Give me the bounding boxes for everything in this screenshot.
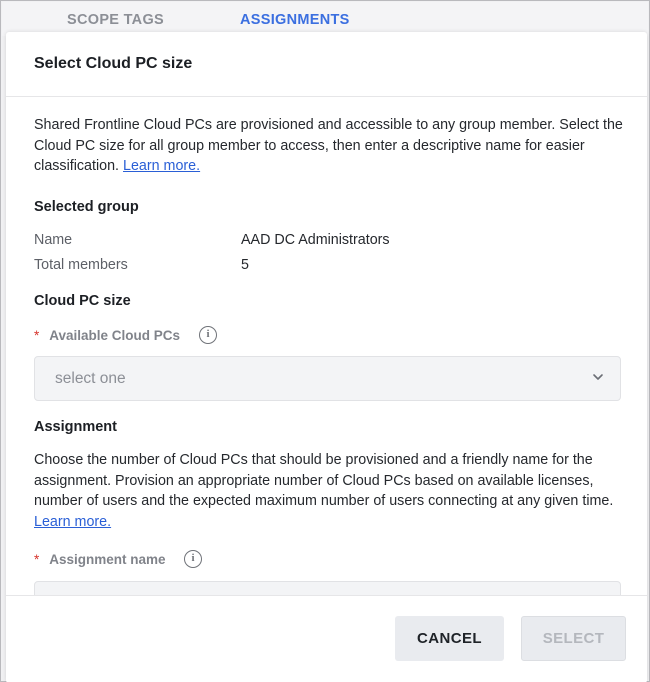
dialog-header: Select Cloud PC size: [6, 32, 647, 97]
tab-assignments[interactable]: ASSIGNMENTS: [240, 12, 350, 28]
info-circle-icon[interactable]: i: [184, 550, 202, 568]
selected-group-heading: Selected group: [34, 199, 139, 215]
group-name-value: AAD DC Administrators: [241, 232, 390, 248]
tab-strip: SCOPE TAGS ASSIGNMENTS: [2, 2, 648, 36]
assignment-heading: Assignment: [34, 419, 117, 435]
tab-scope-tags[interactable]: SCOPE TAGS: [67, 12, 164, 28]
assignment-description: Choose the number of Cloud PCs that shou…: [34, 450, 624, 532]
dialog-title: Select Cloud PC size: [34, 55, 193, 72]
total-members-value: 5: [241, 257, 249, 273]
assignment-name-text: Assignment name: [49, 552, 166, 567]
assignment-name-field[interactable]: [34, 581, 621, 595]
available-cloud-pcs-text: Available Cloud PCs: [49, 328, 181, 343]
assignment-description-text: Choose the number of Cloud PCs that shou…: [34, 452, 614, 509]
cloud-pc-size-heading: Cloud PC size: [34, 293, 131, 309]
select-cloud-pc-size-dialog: Select Cloud PC size Shared Frontline Cl…: [6, 32, 647, 682]
select-value: select one: [55, 370, 126, 387]
required-mark: *: [34, 552, 40, 567]
required-mark: *: [34, 328, 40, 343]
cancel-button[interactable]: CANCEL: [395, 616, 504, 661]
total-members-label: Total members: [34, 257, 128, 273]
window-frame: SCOPE TAGS ASSIGNMENTS Select Cloud PC s…: [0, 0, 650, 682]
dialog-body: Shared Frontline Cloud PCs are provision…: [6, 97, 647, 595]
intro-learn-more-link[interactable]: Learn more.: [123, 158, 200, 174]
chevron-down-icon: [593, 374, 603, 380]
intro-text: Shared Frontline Cloud PCs are provision…: [34, 115, 624, 177]
dialog-footer: CANCEL SELECT: [6, 595, 647, 682]
available-cloud-pcs-label: * Available Cloud PCs: [34, 328, 180, 343]
assignment-name-input[interactable]: [35, 582, 620, 595]
available-cloud-pcs-select[interactable]: select one: [34, 356, 621, 401]
select-button[interactable]: SELECT: [521, 616, 626, 661]
info-circle-icon[interactable]: i: [199, 326, 217, 344]
assignment-learn-more-link[interactable]: Learn more.: [34, 514, 111, 530]
group-name-label: Name: [34, 232, 73, 248]
assignment-name-label: * Assignment name: [34, 552, 166, 567]
